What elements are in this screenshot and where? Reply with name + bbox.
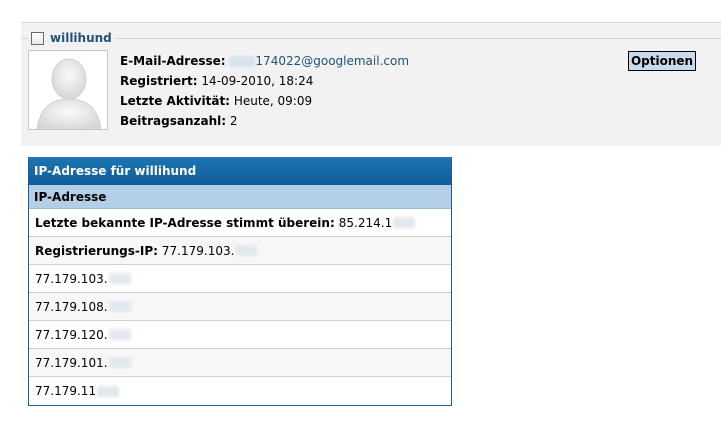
registration-ip-value: 77.179.103. — [161, 243, 235, 258]
redacted-text — [229, 56, 256, 67]
last-activity-row: Letzte Aktivität: Heute, 09:09 — [120, 91, 409, 111]
table-row: 77.179.108. — [29, 293, 451, 321]
ip-rows: Letzte bekannte IP-Adresse stimmt überei… — [29, 209, 451, 405]
last-activity-value: Heute, 09:09 — [233, 94, 313, 108]
registered-row: Registriert: 14-09-2010, 18:24 — [120, 71, 409, 91]
redacted-text — [97, 385, 120, 397]
post-count-label: Beitragsanzahl: — [120, 114, 227, 128]
last-known-ip-row: Letzte bekannte IP-Adresse stimmt überei… — [29, 209, 451, 237]
redacted-text — [108, 273, 131, 284]
email-label: E-Mail-Adresse: — [120, 54, 226, 68]
user-info-panel: willihund E-Mail-Adresse: 174022@googlem… — [21, 22, 721, 146]
ip-address: 77.179.120. — [35, 327, 108, 342]
table-row: 77.179.120. — [29, 321, 451, 349]
table-row: 77.179.11 — [29, 377, 451, 405]
registered-label: Registriert: — [120, 74, 198, 88]
ip-address-table: IP-Adresse für willihund IP-Adresse Letz… — [28, 157, 452, 406]
ip-address: 77.179.108. — [35, 299, 108, 314]
username-link[interactable]: willihund — [50, 31, 112, 45]
user-details: E-Mail-Adresse: 174022@googlemail.com Re… — [120, 51, 409, 131]
email-row: E-Mail-Adresse: 174022@googlemail.com — [120, 51, 409, 71]
registration-ip-row: Registrierungs-IP: 77.179.103. — [29, 237, 451, 265]
avatar — [28, 50, 108, 130]
registered-value: 14-09-2010, 18:24 — [201, 74, 314, 88]
redacted-text — [393, 217, 416, 228]
ip-address: 77.179.11 — [35, 384, 97, 398]
redacted-text — [108, 357, 131, 368]
last-ip-value: 85.214.1 — [338, 215, 393, 230]
fieldset-border — [21, 38, 721, 39]
default-avatar-icon — [29, 51, 107, 129]
redacted-text — [235, 245, 258, 256]
redacted-text — [108, 301, 131, 312]
last-activity-label: Letzte Aktivität: — [120, 94, 230, 108]
post-count-value: 2 — [229, 114, 238, 128]
user-legend: willihund — [28, 29, 115, 47]
ip-address: 77.179.103. — [35, 271, 108, 286]
ip-address: 77.179.101. — [35, 355, 108, 370]
table-row: 77.179.101. — [29, 349, 451, 377]
email-link[interactable]: 174022@googlemail.com — [255, 54, 409, 68]
table-title: IP-Adresse für willihund — [29, 157, 451, 185]
registration-ip-label: Registrierungs-IP: — [35, 243, 158, 258]
options-button[interactable]: Optionen — [628, 51, 696, 71]
select-user-checkbox[interactable] — [31, 31, 44, 45]
table-row: 77.179.103. — [29, 265, 451, 293]
post-count-row: Beitragsanzahl: 2 — [120, 111, 409, 131]
column-header: IP-Adresse — [29, 185, 451, 209]
last-ip-label: Letzte bekannte IP-Adresse stimmt überei… — [35, 215, 335, 230]
redacted-text — [108, 329, 131, 340]
